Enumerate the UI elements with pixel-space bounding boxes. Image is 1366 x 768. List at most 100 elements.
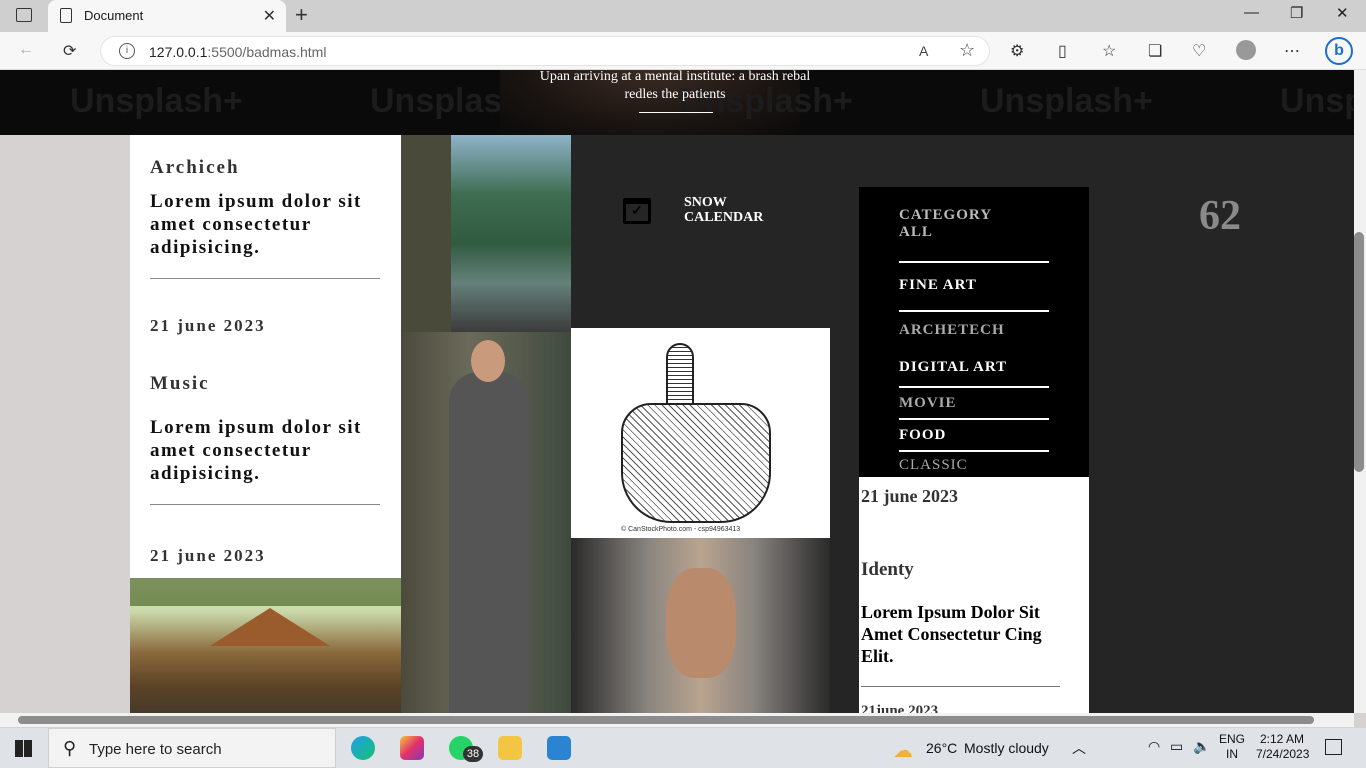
category-item-classic[interactable]: CLASSIC [899, 457, 968, 474]
search-icon: ⚲ [63, 738, 77, 758]
clock-time: 2:12 AM [1259, 732, 1305, 746]
hero-divider [639, 112, 713, 113]
cliff-shape [401, 135, 451, 332]
article-body: Lorem ipsum dolor sit amet consectetur a… [150, 417, 362, 484]
new-tab-button[interactable]: + [295, 2, 308, 28]
category-item-digital-art[interactable]: DIGITAL ART [899, 359, 1007, 376]
volume-icon[interactable]: 🔈 [1193, 738, 1210, 755]
url-text: 127.0.0.1:5500/badmas.html [149, 44, 327, 60]
face-shape [471, 340, 505, 382]
edge-browser-icon[interactable] [351, 736, 375, 760]
weather-desc[interactable]: Mostly cloudy [964, 740, 1049, 756]
search-placeholder: Type here to search [89, 741, 222, 758]
divider [861, 686, 1060, 687]
browser-tab-bar: Document ✕ + — ❐ ✕ [0, 0, 1366, 32]
house-photo [130, 578, 401, 713]
hero-caption: Upan arriving at a mental institute: a b… [539, 70, 811, 102]
category-divider [899, 450, 1049, 452]
page-viewport: Unsplash+ Unsplash+ Unsplash+ Unsplash+ … [0, 70, 1354, 713]
tab-title: Document [84, 8, 144, 23]
address-bar[interactable]: i 127.0.0.1:5500/badmas.html A ☆ [100, 36, 990, 66]
taskbar-search[interactable]: ⚲ Type here to search [48, 728, 336, 768]
category-divider [899, 418, 1049, 420]
split-screen-icon[interactable]: ▯ [1058, 41, 1067, 61]
calendar-label[interactable]: SNOW CALENDAR [684, 195, 763, 225]
article-date: 21 june 2023 [150, 546, 266, 565]
category-title-line: CATEGORY [899, 207, 993, 223]
suit-figure [449, 372, 529, 713]
category-title[interactable]: CATEGORY ALL [899, 207, 992, 241]
article-heading[interactable]: Identy [861, 559, 914, 581]
hero-watermark: Unsplash+ [70, 82, 243, 120]
divider [150, 504, 380, 505]
image-watermark: © CanStockPhoto.com - csp94963413 [621, 526, 741, 533]
divider [150, 278, 380, 279]
tab-document[interactable]: Document ✕ [48, 0, 286, 32]
site-info-icon[interactable]: i [119, 43, 135, 59]
clock-date: 7/24/2023 [1256, 747, 1310, 761]
hero-banner: Unsplash+ Unsplash+ Unsplash+ Unsplash+ … [0, 70, 1354, 135]
minimize-button[interactable]: — [1244, 4, 1259, 21]
counter-number: 62 [1199, 193, 1241, 239]
file-explorer-icon[interactable] [498, 736, 522, 760]
windows-start-icon[interactable] [15, 740, 32, 757]
collections-icon[interactable]: ❏ [1148, 41, 1162, 61]
category-item-fine-art[interactable]: FINE ART [899, 277, 977, 294]
document-icon [60, 8, 72, 23]
favorite-star-icon[interactable]: ☆ [959, 40, 975, 61]
man-in-suit-photo [401, 332, 571, 713]
more-menu-icon[interactable]: ⋯ [1284, 41, 1300, 61]
tab-actions-icon[interactable] [16, 8, 32, 22]
article-date: 21june 2023 [861, 703, 939, 713]
favorites-icon[interactable]: ☆ [1102, 41, 1116, 61]
windows-taskbar: ⚲ Type here to search 38 ☁ 26°C Mostly c… [0, 728, 1366, 768]
weather-cloud-icon[interactable]: ☁ [893, 738, 913, 763]
clock[interactable]: 2:12 AM 7/24/2023 [1256, 732, 1310, 762]
left-article-column: Archiceh Lorem ipsum dolor sit amet cons… [130, 135, 401, 578]
profile-avatar[interactable] [1236, 40, 1256, 60]
calendar-check-icon[interactable]: ✓ [623, 198, 651, 224]
article-body: Lorem ipsum dolor sit amet consectetur a… [150, 191, 362, 258]
tree-canopy [130, 578, 401, 606]
category-title-line: ALL [899, 224, 933, 240]
notifications-icon[interactable] [1325, 739, 1342, 755]
category-divider [899, 310, 1049, 312]
category-item-food[interactable]: FOOD [899, 427, 946, 444]
category-item-archetech[interactable]: ARCHETECH [899, 322, 1005, 339]
category-menu: CATEGORY ALL FINE ART ARCHETECH DIGITAL … [859, 187, 1089, 477]
browser-toolbar: ← ⟳ i 127.0.0.1:5500/badmas.html A ☆ ⚙ ▯… [0, 32, 1366, 70]
refresh-icon[interactable]: ⟳ [63, 41, 76, 61]
read-aloud-icon[interactable]: A [919, 43, 928, 59]
horizontal-scroll-thumb[interactable] [18, 716, 1314, 724]
back-icon[interactable]: ← [18, 41, 34, 59]
hand-drawing-image: © CanStockPhoto.com - csp94963413 [571, 328, 830, 538]
extensions-icon[interactable]: ⚙ [1010, 41, 1024, 61]
whatsapp-badge: 38 [463, 746, 483, 762]
wifi-icon[interactable]: ◠ [1148, 738, 1160, 755]
close-window-button[interactable]: ✕ [1336, 4, 1349, 22]
performance-icon[interactable]: ♡ [1192, 41, 1206, 61]
language-region: IN [1226, 747, 1238, 761]
battery-icon[interactable]: ▭ [1170, 738, 1183, 755]
calendar-label-line: SNOW [684, 195, 727, 210]
article-heading[interactable]: Music [150, 373, 210, 395]
bing-copilot-icon[interactable]: b [1325, 37, 1353, 65]
tab-close-icon[interactable]: ✕ [263, 6, 276, 26]
vscode-icon[interactable] [547, 736, 571, 760]
hand-shape [621, 403, 771, 523]
language-indicator[interactable]: ENG IN [1219, 732, 1245, 762]
category-divider [899, 261, 1049, 263]
calendar-label-line: CALENDAR [684, 210, 764, 225]
category-item-movie[interactable]: MOVIE [899, 395, 957, 412]
language-code: ENG [1219, 732, 1246, 746]
hero-watermark: Unsplash+ [980, 82, 1153, 120]
show-hidden-icons[interactable]: ︿ [1072, 738, 1086, 758]
article-body: Lorem Ipsum Dolor Sit Amet Consectetur C… [861, 602, 1042, 666]
vertical-scroll-thumb[interactable] [1354, 232, 1364, 472]
article-heading[interactable]: Archiceh [150, 157, 240, 179]
instagram-icon[interactable] [400, 736, 424, 760]
weather-temp[interactable]: 26°C [926, 740, 957, 756]
article-date: 21 june 2023 [150, 316, 266, 335]
face-shape [666, 568, 736, 678]
maximize-button[interactable]: ❐ [1290, 4, 1303, 22]
